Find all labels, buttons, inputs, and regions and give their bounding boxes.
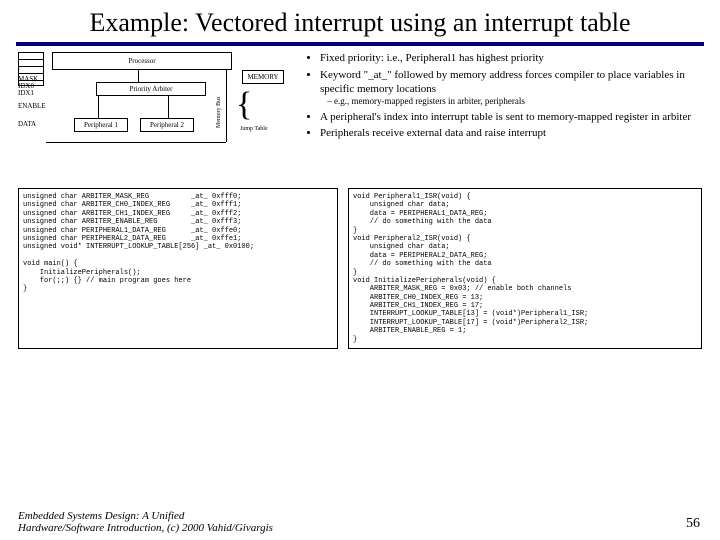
footer-citation: Embedded Systems Design: A Unified Hardw… [18, 510, 273, 534]
slide: Example: Vectored interrupt using an int… [0, 0, 720, 540]
footer-line-1: Embedded Systems Design: A Unified [18, 510, 184, 522]
processor-box: Processor [52, 52, 232, 70]
bullet-text: Keyword "_at_" followed by memory addres… [320, 69, 685, 95]
label-data: DATA [18, 120, 36, 128]
brace-icon: { [236, 88, 252, 122]
wire [98, 96, 99, 118]
wire [46, 142, 226, 143]
bullet-item: Keyword "_at_" followed by memory addres… [320, 69, 702, 108]
peripheral2-box: Peripheral 2 [140, 118, 194, 132]
label-jump-table: Jump Table [240, 126, 268, 132]
code-block-registers: unsigned char ARBITER_MASK_REG _at_ 0xff… [18, 188, 338, 349]
table-dots: : [19, 67, 43, 74]
two-column-row: Processor Priority Arbiter MEMORY Periph… [18, 52, 702, 182]
code-row: unsigned char ARBITER_MASK_REG _at_ 0xff… [18, 188, 702, 349]
label-idx1: IDX1 [18, 89, 34, 97]
wire [226, 70, 227, 142]
content-area: Processor Priority Arbiter MEMORY Periph… [0, 46, 720, 349]
mask-labels: MASK IDX0 IDX1 [18, 76, 38, 97]
peripheral1-box: Peripheral 1 [74, 118, 128, 132]
interrupt-diagram: Processor Priority Arbiter MEMORY Periph… [18, 52, 296, 182]
sub-bullet: e.g., memory-mapped registers in arbiter… [334, 96, 702, 107]
wire [168, 96, 169, 118]
bullet-item: Fixed priority: i.e., Peripheral1 has hi… [320, 52, 702, 66]
label-memory-bus: Memory Bus [216, 97, 222, 129]
arbiter-box: Priority Arbiter [96, 82, 206, 96]
memory-box: MEMORY [242, 70, 284, 84]
footer-line-2: Hardware/Software Introduction, (c) 2000… [18, 522, 273, 534]
slide-title: Example: Vectored interrupt using an int… [0, 0, 720, 42]
page-number: 56 [686, 516, 700, 532]
bullet-list: Fixed priority: i.e., Peripheral1 has hi… [306, 52, 702, 182]
code-block-isrs: void Peripheral1_ISR(void) { unsigned ch… [348, 188, 702, 349]
wire [138, 70, 139, 82]
bullet-item: Peripherals receive external data and ra… [320, 127, 702, 141]
bullet-item: A peripheral's index into interrupt tabl… [320, 111, 702, 125]
label-enable: ENABLE [18, 102, 46, 110]
